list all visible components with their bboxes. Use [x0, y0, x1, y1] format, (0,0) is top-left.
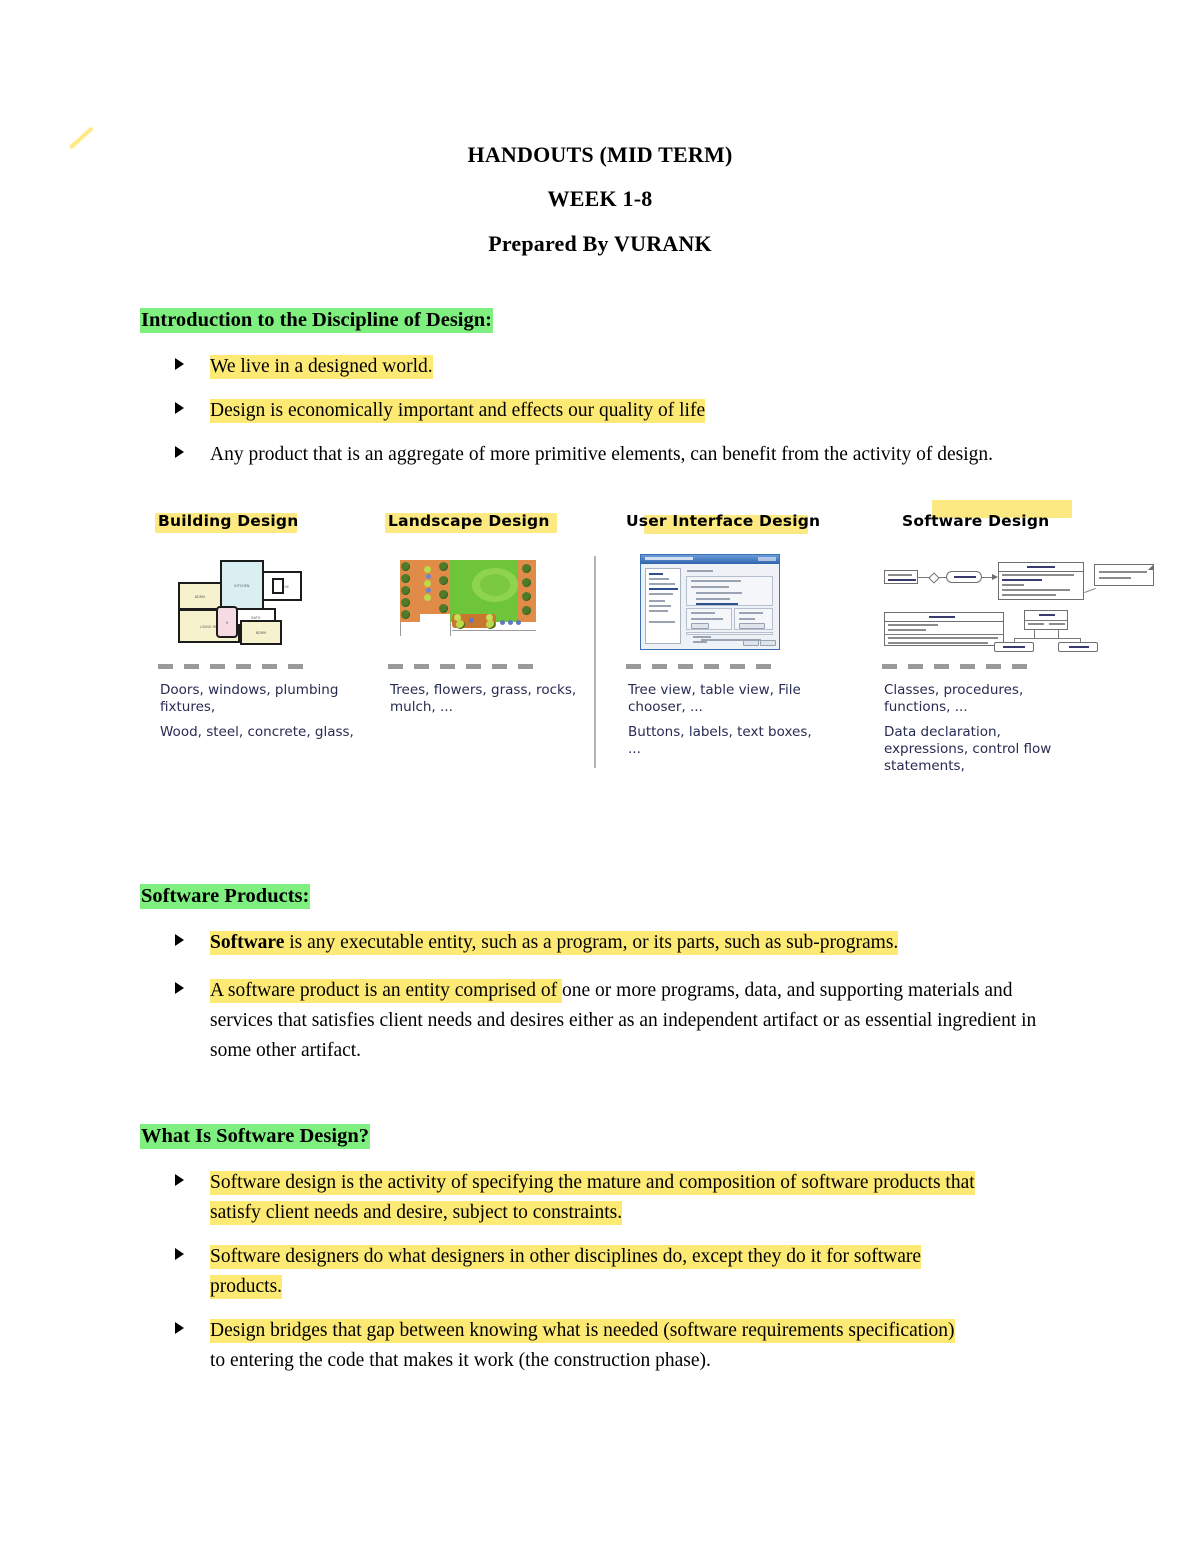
bullet-products-2: A software product is an entity comprise…	[175, 976, 1055, 1066]
section-heading-software-products-text: Software Products:	[140, 884, 311, 909]
section-heading-introduction: Introduction to the Discipline of Design…	[140, 308, 493, 333]
section-heading-introduction-text: Introduction to the Discipline of Design…	[140, 308, 493, 333]
bullet-products-1-text: is any executable entity, such as a prog…	[284, 931, 899, 955]
section-heading-what-is-software-design-text: What Is Software Design?	[140, 1124, 370, 1149]
document-page: HANDOUTS (MID TERM) WEEK 1-8 Prepared By…	[0, 0, 1200, 1553]
bullet-products-2-lead: A software product is an entity comprise…	[210, 979, 562, 1003]
section-heading-software-products: Software Products:	[140, 884, 311, 909]
bullet-intro-3: Any product that is an aggregate of more…	[175, 440, 1065, 470]
design-disciplines-figure: Building Design BDRM LIVING RM KITCHEN G…	[140, 500, 1154, 782]
uml-class-diagram-thumbnail	[882, 554, 1154, 652]
figure-column-building-design: Building Design BDRM LIVING RM KITCHEN G…	[155, 512, 373, 782]
bullet-intro-2-text: Design is economically important and eff…	[210, 399, 706, 423]
bullet-marker-icon	[175, 446, 184, 458]
bullet-marker-icon	[175, 934, 184, 946]
figure-caption-ui-2: Buttons, labels, text boxes, ...	[628, 724, 812, 757]
bullet-intro-1-text: We live in a designed world.	[210, 355, 433, 379]
bullet-marker-icon	[175, 982, 184, 994]
figure-column-header-landscape: Landscape Design	[385, 512, 603, 536]
bullet-intro-3-text: Any product that is an aggregate of more…	[210, 444, 993, 465]
figure-caption-building-1: Doors, windows, plumbing fixtures,	[160, 682, 339, 715]
landscape-plan-thumbnail	[394, 554, 544, 650]
bullet-marker-icon	[175, 1322, 184, 1334]
figure-column-header-building-text: Building Design	[158, 512, 299, 530]
bullet-design-3-text: to entering the code that makes it work …	[210, 1350, 711, 1371]
floor-plan-thumbnail: BDRM LIVING RM KITCHEN GARAGE H BATH BDR…	[172, 554, 320, 650]
bullet-design-2-text: Software designers do what designers in …	[210, 1245, 922, 1299]
page-title-handouts: HANDOUTS (MID TERM)	[467, 142, 733, 167]
figure-column-header-building: Building Design	[155, 512, 373, 536]
bullet-marker-icon	[175, 1174, 184, 1186]
figure-column-header-landscape-text: Landscape Design	[388, 512, 550, 530]
figure-column-header-ui-text: User Interface Design	[626, 512, 821, 530]
bullet-design-3: Design bridges that gap between knowing …	[175, 1316, 965, 1376]
figure-caption-landscape-1: Trees, flowers, grass, rocks, mulch, ...	[390, 682, 577, 715]
figure-caption-software-2: Data declaration, expressions, control f…	[884, 724, 1052, 774]
bullet-intro-1: We live in a designed world.	[175, 352, 1075, 382]
bullet-marker-icon	[175, 402, 184, 414]
figure-column-header-software-text: Software Design	[902, 512, 1050, 530]
figure-column-landscape-design: Landscape Design Trees, flowers, grass, …	[385, 512, 603, 782]
bullet-products-1-lead: Software	[210, 931, 285, 955]
figure-column-header-software: Software Design	[882, 500, 1082, 536]
bullet-design-2: Software designers do what designers in …	[175, 1242, 985, 1302]
figure-column-user-interface-design: User Interface Design Tree view, table v…	[626, 512, 841, 782]
section-heading-what-is-software-design: What Is Software Design?	[140, 1124, 370, 1149]
bullet-marker-icon	[175, 1248, 184, 1260]
bullet-design-3-lead: Design bridges that gap between knowing …	[210, 1319, 955, 1343]
figure-caption-building-2: Wood, steel, concrete, glass,	[160, 724, 354, 740]
figure-column-software-design: Software Design Classes, procedures, fun…	[882, 500, 1154, 782]
figure-caption-ui-1: Tree view, table view, File chooser, ...	[628, 682, 801, 715]
bullet-intro-2: Design is economically important and eff…	[175, 396, 1075, 426]
figure-dashed-separator-landscape	[388, 664, 548, 672]
page-title-week: WEEK 1-8	[547, 186, 653, 211]
page-title-author: Prepared By VURANK	[488, 231, 712, 256]
bullet-marker-icon	[175, 358, 184, 370]
figure-dashed-separator-software	[882, 664, 1042, 672]
bullet-design-1: Software design is the activity of speci…	[175, 1168, 995, 1228]
figure-dashed-separator-ui	[626, 664, 786, 672]
figure-caption-software-1: Classes, procedures, functions, ...	[884, 682, 1024, 715]
bullet-design-1-text: Software design is the activity of speci…	[210, 1171, 975, 1225]
figure-dashed-separator-building	[158, 664, 318, 672]
ui-dialog-screenshot-thumbnail	[640, 554, 780, 650]
bullet-products-1: Software is any executable entity, such …	[175, 928, 1055, 958]
figure-column-header-ui: User Interface Design	[626, 512, 841, 536]
